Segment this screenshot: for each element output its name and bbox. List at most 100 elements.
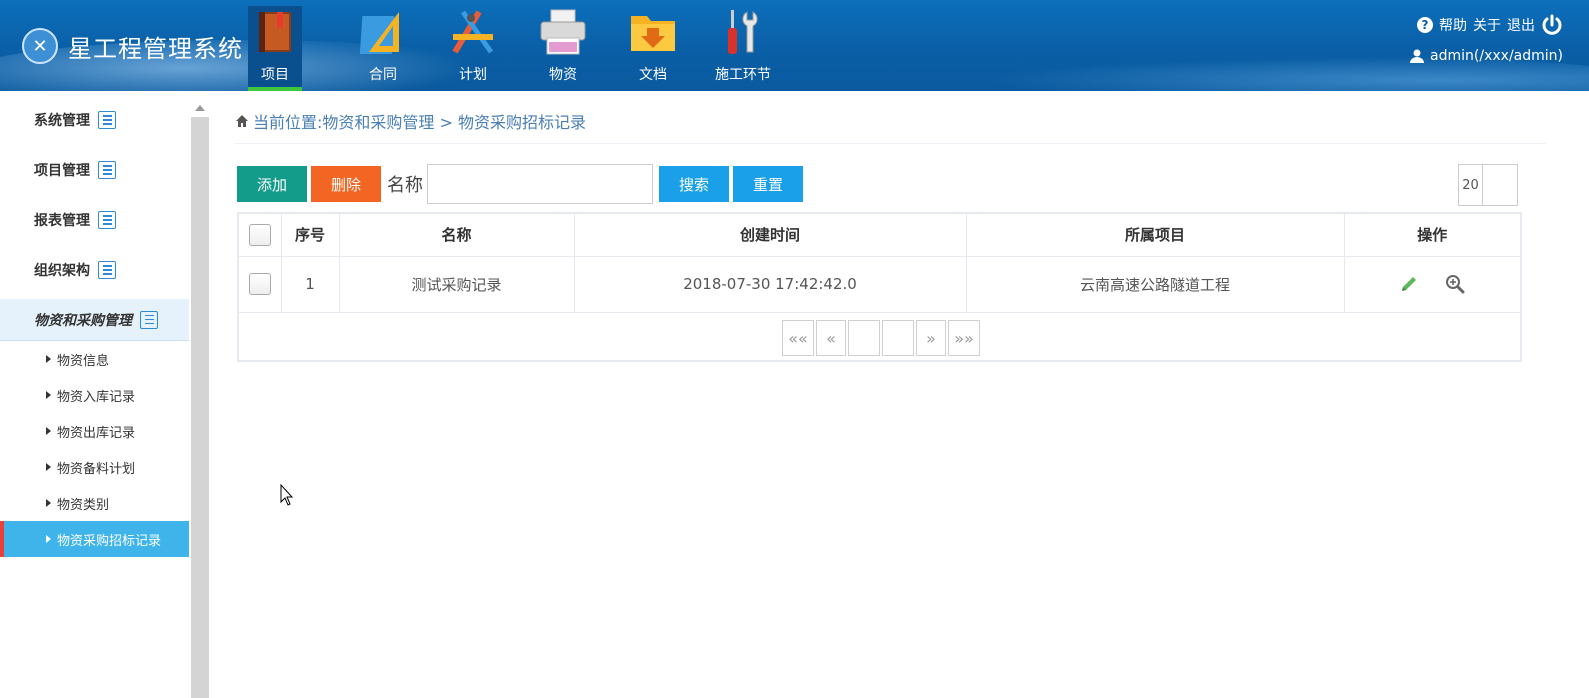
sidebar-item-materials-info[interactable]: 物资信息: [0, 341, 189, 377]
sidebar-group-organization[interactable]: 组织架构: [0, 245, 189, 295]
sidebar-group-label: 报表管理: [34, 213, 90, 229]
last-page-button[interactable]: »»: [948, 320, 980, 356]
name-filter-label: 名称: [387, 175, 423, 196]
top-header: ✕ 星工程管理系统 项目 合同 计划 物资 文档 施工环节 ? 帮助 关于 退出…: [0, 0, 1589, 91]
about-link[interactable]: 关于: [1473, 15, 1501, 35]
select-all-checkbox[interactable]: [248, 223, 271, 246]
help-icon: ?: [1417, 17, 1433, 33]
sidebar-item-label: 物资备料计划: [57, 461, 136, 477]
name-filter-input[interactable]: [427, 164, 653, 204]
breadcrumb-text: 当前位置:物资和采购管理 > 物资采购招标记录: [253, 113, 586, 132]
edit-pencil-icon[interactable]: [1399, 274, 1419, 294]
sidebar-group-label: 项目管理: [34, 163, 90, 179]
scrollbar-track[interactable]: [191, 117, 209, 698]
page-number[interactable]: [848, 320, 880, 356]
caret-right-icon: [46, 499, 51, 507]
topnav-label: 文档: [639, 67, 667, 83]
sidebar-group-label: 系统管理: [34, 113, 90, 129]
toolbar: 添加 删除 名称 搜索 重置: [237, 164, 803, 204]
help-link[interactable]: 帮助: [1439, 15, 1467, 35]
brand: ✕ 星工程管理系统: [22, 28, 243, 64]
reset-button[interactable]: 重置: [733, 166, 803, 202]
topnav-label: 计划: [459, 67, 487, 83]
divider: [235, 143, 1546, 144]
screwdriver-wrench-icon: [728, 10, 758, 54]
main-content: 当前位置:物资和采购管理 > 物资采购招标记录 添加 删除 名称 搜索 重置 2…: [211, 91, 1566, 698]
sidebar-item-label: 物资信息: [57, 353, 110, 369]
sidebar: 系统管理 项目管理 报表管理 组织架构 物资和采购管理 物资信息 物资入库记录: [0, 91, 189, 698]
cell-project: 云南高速公路隧道工程: [966, 256, 1345, 313]
row-checkbox[interactable]: [248, 273, 271, 295]
topnav-label: 项目: [261, 67, 289, 83]
sidebar-item-prep-plan[interactable]: 物资备料计划: [0, 449, 189, 485]
list-icon: [140, 310, 158, 329]
current-user[interactable]: admin(/xxx/admin): [1430, 48, 1563, 64]
pagination: «« « » »»: [782, 320, 980, 356]
prev-page-button[interactable]: «: [816, 320, 846, 356]
folder-download-icon: [631, 16, 675, 51]
sidebar-group-label: 物资和采购管理: [34, 312, 132, 329]
sidebar-group-report[interactable]: 报表管理: [0, 195, 189, 245]
sidebar-group-materials-procurement[interactable]: 物资和采购管理: [0, 299, 189, 341]
column-header: 操作: [1344, 214, 1520, 257]
row-select-cell: [239, 256, 282, 313]
topnav-item-contract[interactable]: 合同: [338, 6, 428, 91]
printer-icon: [540, 9, 586, 55]
topnav-item-documents[interactable]: 文档: [608, 6, 698, 91]
list-icon: [98, 261, 116, 279]
cell-created: 2018-07-30 17:42:42.0: [574, 256, 967, 313]
sidebar-scrollbar[interactable]: [189, 91, 211, 698]
cell-index: 1: [281, 256, 340, 313]
power-icon[interactable]: [1541, 14, 1563, 36]
topnav-label: 物资: [549, 67, 577, 83]
page-size-select[interactable]: 20: [1458, 164, 1518, 206]
ruler-triangle-icon: [359, 12, 399, 54]
page-number[interactable]: [882, 320, 914, 356]
user-area: ? 帮助 关于 退出 admin(/xxx/admin): [1410, 12, 1563, 64]
page-size-value: 20: [1459, 165, 1483, 205]
caret-right-icon: [46, 463, 51, 471]
caret-right-icon: [46, 355, 51, 363]
book-icon: [259, 12, 291, 52]
cell-name: 测试采购记录: [339, 256, 575, 313]
add-button[interactable]: 添加: [237, 166, 307, 202]
caret-right-icon: [46, 391, 51, 399]
home-icon: [236, 115, 248, 127]
logout-link[interactable]: 退出: [1507, 15, 1535, 35]
sidebar-item-label: 物资入库记录: [57, 389, 136, 405]
topnav-item-construction[interactable]: 施工环节: [698, 6, 788, 91]
next-page-button[interactable]: »: [916, 320, 946, 356]
view-zoom-icon[interactable]: [1445, 274, 1465, 294]
topnav-item-materials[interactable]: 物资: [518, 6, 608, 91]
delete-button[interactable]: 删除: [311, 166, 381, 202]
column-header[interactable]: 名称: [339, 214, 575, 257]
table-row[interactable]: 1 测试采购记录 2018-07-30 17:42:42.0 云南高速公路隧道工…: [239, 256, 1520, 313]
topnav-item-plan[interactable]: 计划: [428, 6, 518, 91]
column-header[interactable]: 创建时间: [574, 214, 967, 257]
first-page-button[interactable]: ««: [782, 320, 814, 356]
sidebar-group-project[interactable]: 项目管理: [0, 145, 189, 195]
scroll-up-icon[interactable]: [195, 105, 205, 111]
topnav-label: 合同: [369, 67, 397, 83]
drafting-tools-icon: [452, 10, 494, 54]
column-header[interactable]: 序号: [281, 214, 340, 257]
app-title: 星工程管理系统: [68, 34, 243, 63]
sidebar-item-categories[interactable]: 物资类别: [0, 485, 189, 521]
sidebar-item-procurement-bids[interactable]: 物资采购招标记录: [0, 521, 189, 557]
sidebar-item-outbound[interactable]: 物资出库记录: [0, 413, 189, 449]
search-button[interactable]: 搜索: [659, 166, 729, 202]
caret-right-icon: [46, 427, 51, 435]
mouse-pointer-icon: [280, 484, 294, 506]
sidebar-item-inbound[interactable]: 物资入库记录: [0, 377, 189, 413]
sidebar-item-label: 物资采购招标记录: [57, 533, 162, 549]
breadcrumb: 当前位置:物资和采购管理 > 物资采购招标记录: [235, 109, 586, 133]
sidebar-group-system[interactable]: 系统管理: [0, 95, 189, 145]
top-nav: 项目 合同 计划 物资 文档 施工环节: [248, 6, 788, 91]
list-icon: [98, 111, 116, 129]
caret-right-icon: [46, 535, 51, 543]
topnav-label: 施工环节: [715, 67, 771, 83]
user-icon: [1410, 49, 1425, 63]
app-logo-icon: ✕: [22, 28, 58, 64]
column-header[interactable]: 所属项目: [966, 214, 1345, 257]
topnav-item-project[interactable]: 项目: [248, 6, 302, 91]
